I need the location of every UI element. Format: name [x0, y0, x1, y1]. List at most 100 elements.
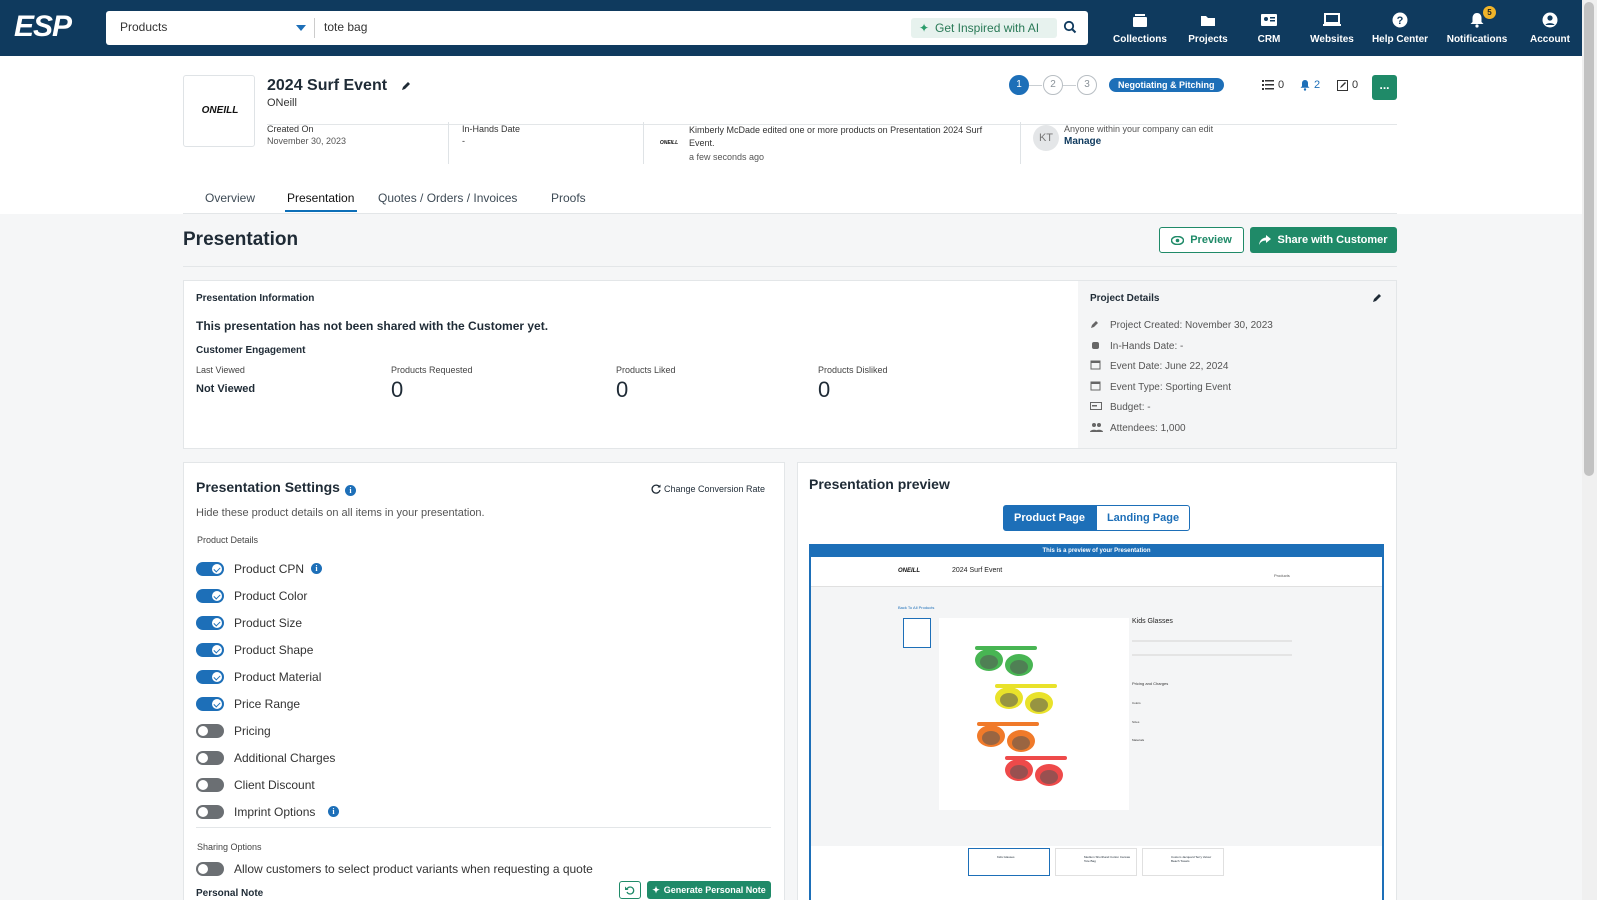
step-3[interactable]: 3	[1077, 75, 1097, 95]
search-divider	[314, 18, 315, 38]
tab-proofs[interactable]: Proofs	[551, 191, 586, 205]
toggle-label: Product CPN	[234, 562, 305, 576]
toggle-label: Price Range	[234, 697, 301, 711]
tab-quotes-orders-invoices[interactable]: Quotes / Orders / Invoices	[378, 191, 517, 205]
preview-button[interactable]: Preview	[1159, 227, 1244, 253]
access-text: Anyone within your company can edit	[1064, 124, 1214, 134]
tab-presentation[interactable]: Presentation	[287, 191, 354, 205]
products-requested-value: 0	[391, 377, 404, 402]
toggle-label: Client Discount	[234, 778, 315, 792]
checklist-icon	[1262, 80, 1274, 90]
product-details-label: Product Details	[197, 535, 259, 545]
settings-subtitle: Hide these product details on all items …	[196, 507, 485, 519]
client-logo-text: ONEILL	[201, 105, 239, 116]
title-divider	[183, 266, 1397, 267]
esp-logo[interactable]: ESP	[14, 10, 72, 44]
notifications-count-value: 2	[1314, 79, 1321, 91]
calendar-icon	[1090, 360, 1102, 370]
related-thumb-label: Custom Jacquard Terry Velour Beach Towel…	[1171, 855, 1212, 863]
preview-section-materials: Materials	[1132, 738, 1145, 742]
nav-notifications[interactable]: 5 Notifications	[1441, 6, 1513, 45]
event-type-detail: Event Type: Sporting Event	[1110, 382, 1232, 393]
toggle-price-range[interactable]	[196, 697, 224, 711]
settings-info-icon[interactable]: i	[345, 482, 356, 496]
toggle-product-color[interactable]	[196, 589, 224, 603]
share-with-customer-button[interactable]: Share with Customer	[1250, 227, 1397, 253]
note-icon	[1337, 79, 1348, 91]
products-disliked-label: Products Disliked	[818, 365, 888, 375]
top-navigation-bar: ESP Products tote bag ✦ Get Inspired wit…	[0, 0, 1582, 56]
eye-icon	[1171, 235, 1185, 245]
toggle-client-discount[interactable]	[196, 778, 224, 792]
preview-site-logo: ONEILL	[898, 568, 920, 574]
manage-link[interactable]: Manage	[1064, 136, 1101, 147]
share-button-label: Share with Customer	[1277, 234, 1388, 246]
toggle-pricing[interactable]	[196, 724, 224, 738]
active-tab-indicator	[285, 210, 357, 212]
nav-websites[interactable]: Websites	[1296, 10, 1368, 45]
attendees-detail: Attendees: 1,000	[1110, 423, 1186, 434]
nav-collections[interactable]: Collections	[1104, 10, 1176, 45]
edit-title-pencil-icon[interactable]	[400, 80, 412, 92]
toggle-additional-charges[interactable]	[196, 751, 224, 765]
tasks-count[interactable]: 0	[1262, 79, 1284, 91]
toggle-product-material[interactable]	[196, 670, 224, 684]
generate-personal-note-button[interactable]: ✦ Generate Personal Note	[647, 881, 771, 899]
toggle-product-cpn[interactable]	[196, 562, 224, 576]
last-viewed-label: Last Viewed	[196, 365, 245, 375]
get-inspired-ai-button[interactable]: ✦ Get Inspired with AI	[911, 18, 1057, 38]
preview-button-label: Preview	[1190, 234, 1232, 246]
edit-details-pencil-icon[interactable]	[1372, 292, 1383, 303]
preview-back-link: Back To All Products	[898, 605, 935, 610]
toggle-knob	[212, 672, 222, 682]
toggle-knob	[212, 699, 222, 709]
step-1[interactable]: 1	[1009, 75, 1029, 95]
nav-label: Websites	[1310, 34, 1354, 45]
toggle-label: Product Material	[234, 670, 322, 684]
chevron-down-icon[interactable]	[296, 25, 306, 31]
last-viewed-value: Not Viewed	[196, 383, 256, 395]
money-icon	[1090, 401, 1102, 411]
search-input[interactable]: tote bag	[324, 20, 367, 34]
client-logo: ONEILL	[183, 75, 255, 147]
in-hands-detail: In-Hands Date: -	[1110, 341, 1184, 352]
info-icon[interactable]: i	[328, 806, 339, 817]
notifications-count[interactable]: 2	[1300, 79, 1320, 91]
toggle-knob	[212, 564, 222, 574]
nav-account[interactable]: Account	[1514, 10, 1586, 45]
search-category-select[interactable]: Products	[120, 20, 167, 34]
preview-banner: This is a preview of your Presentation	[811, 546, 1382, 557]
preview-section-colors: Colors	[1132, 701, 1141, 705]
people-icon	[1090, 422, 1103, 432]
more-options-button[interactable]: ...	[1372, 75, 1397, 100]
undo-note-button[interactable]	[619, 881, 641, 899]
divider	[643, 122, 644, 164]
client-name[interactable]: ONeill	[267, 97, 297, 109]
variant-selection-toggle[interactable]	[196, 862, 224, 876]
landing-page-tab[interactable]: Landing Page	[1096, 505, 1190, 531]
avatar: KT	[1033, 125, 1059, 151]
step-2[interactable]: 2	[1043, 75, 1063, 95]
toggle-imprint-options[interactable]	[196, 805, 224, 819]
tabs-divider	[183, 213, 1397, 214]
nav-help-center[interactable]: ? Help Center	[1364, 10, 1436, 45]
conversion-link-label: Change Conversion Rate	[664, 484, 766, 494]
tab-overview[interactable]: Overview	[205, 191, 255, 205]
toggle-knob	[212, 591, 222, 601]
presentation-information-heading: Presentation Information	[196, 293, 315, 304]
info-icon[interactable]: i	[311, 563, 322, 574]
status-badge[interactable]: Negotiating & Pitching	[1109, 78, 1224, 92]
toggle-knob	[198, 780, 208, 790]
product-page-tab[interactable]: Product Page	[1003, 505, 1096, 531]
notes-count[interactable]: 0	[1337, 79, 1358, 91]
scrollbar-thumb[interactable]	[1584, 2, 1594, 476]
project-created-detail: Project Created: November 30, 2023	[1110, 320, 1273, 331]
toggle-product-shape[interactable]	[196, 643, 224, 657]
search-icon[interactable]	[1063, 20, 1077, 34]
nav-crm[interactable]: CRM	[1233, 10, 1305, 45]
change-conversion-rate-link[interactable]: Change Conversion Rate	[651, 484, 765, 494]
toggle-product-size[interactable]	[196, 616, 224, 630]
page-title: Presentation	[183, 229, 299, 250]
toggle-label: Pricing	[234, 724, 271, 738]
preview-related-thumb: Medium Shorthand Cotton Canvas Tote Bag	[1055, 848, 1137, 876]
